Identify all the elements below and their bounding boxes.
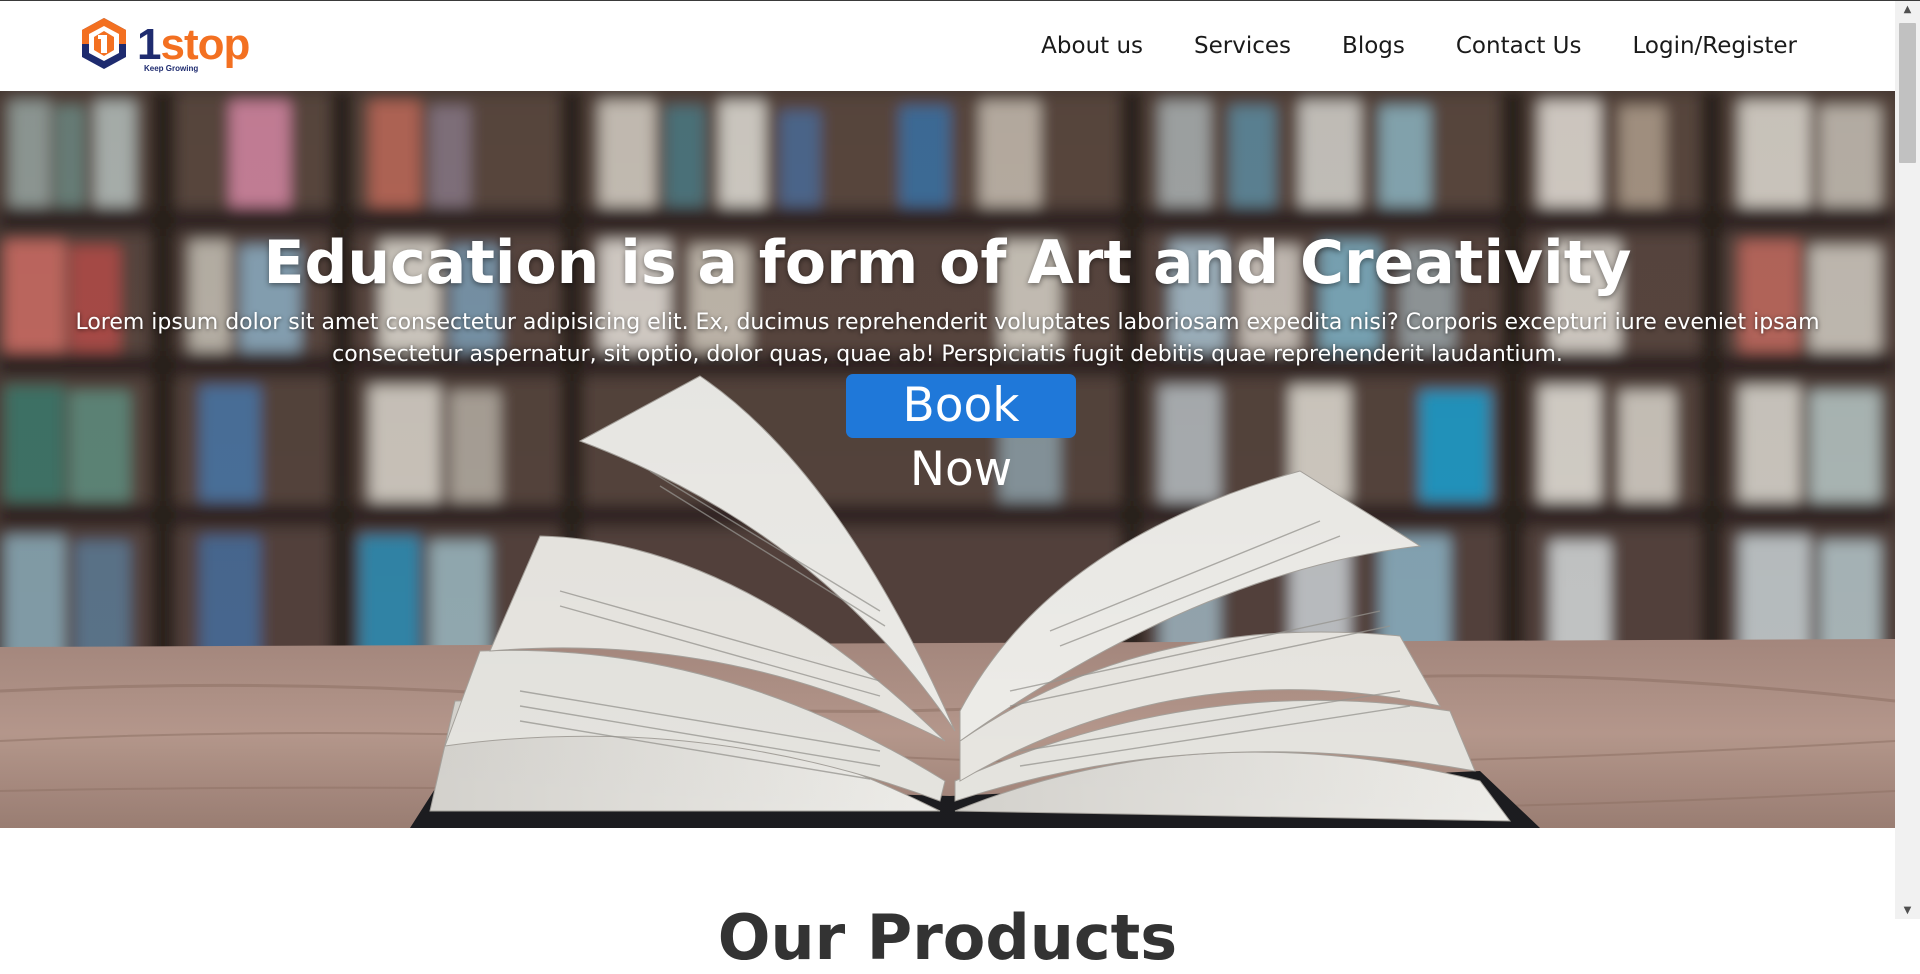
- page-scrollbar[interactable]: ▲ ▼: [1895, 1, 1920, 919]
- nav-contact-us[interactable]: Contact Us: [1456, 33, 1582, 59]
- hero-banner: Education is a form of Art and Creativit…: [0, 91, 1895, 828]
- scroll-down-arrow-icon[interactable]: ▼: [1895, 902, 1920, 919]
- logo[interactable]: 1stop Keep Growing: [80, 17, 255, 75]
- nav-about-us[interactable]: About us: [1041, 33, 1143, 59]
- scroll-up-arrow-icon[interactable]: ▲: [1895, 1, 1920, 18]
- logo-hexagon-icon: [82, 18, 126, 69]
- hero-description: Lorem ipsum dolor sit amet consectetur a…: [75, 310, 1820, 367]
- scrollbar-thumb[interactable]: [1899, 23, 1916, 163]
- book-now-button[interactable]: Book Now: [846, 374, 1076, 497]
- nav-blogs[interactable]: Blogs: [1342, 33, 1405, 59]
- main-nav: About us Services Blogs Contact Us Login…: [1041, 1, 1797, 91]
- hero-title: Education is a form of Art and Creativit…: [263, 228, 1632, 299]
- nav-login-register[interactable]: Login/Register: [1633, 33, 1798, 59]
- navbar: 1stop Keep Growing About us Services Blo…: [0, 1, 1895, 91]
- products-section-title: Our Products: [717, 901, 1178, 974]
- logo-tagline: Keep Growing: [144, 64, 199, 73]
- nav-services[interactable]: Services: [1194, 33, 1291, 59]
